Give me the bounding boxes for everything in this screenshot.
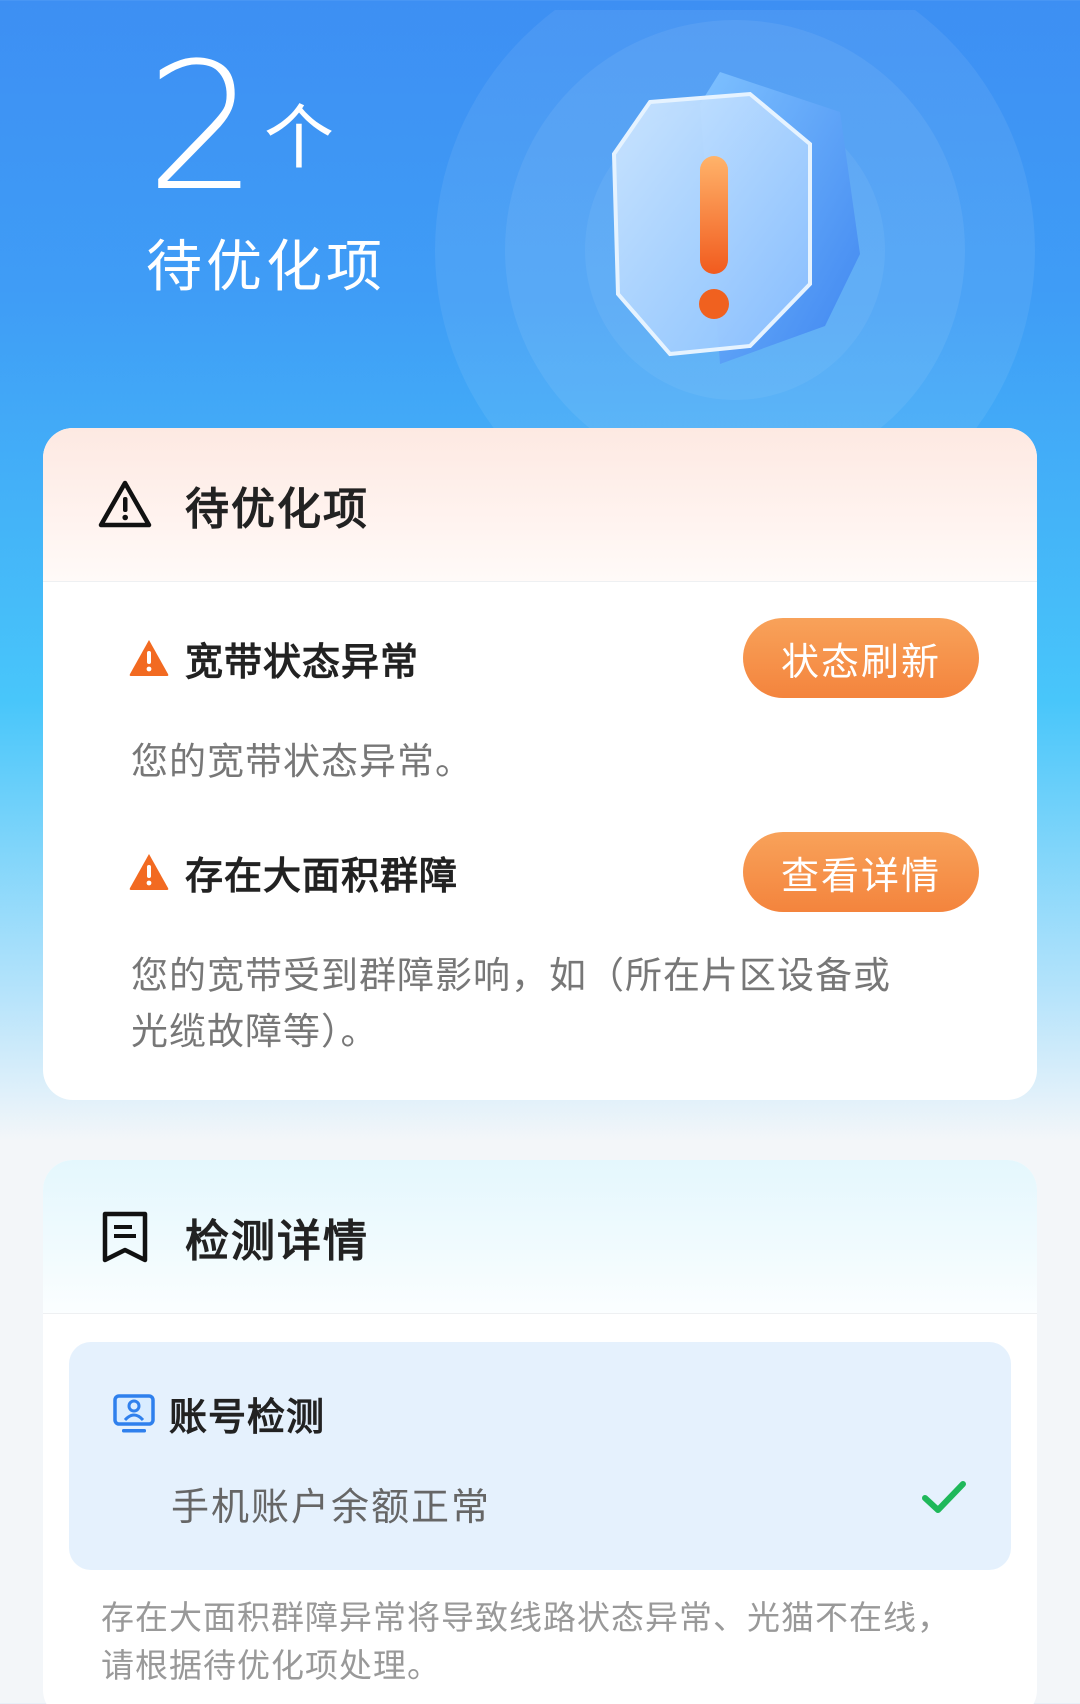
detection-card: 检测详情 账号检测 手机账户余额正常 存在大面积群障异常将导致线路状态异常、光猫… bbox=[43, 1160, 1037, 1704]
account-monitor-icon bbox=[113, 1393, 155, 1432]
issue-description: 您的宽带受到群障影响，如（所在片区设备或光缆故障等）。 bbox=[131, 954, 891, 1053]
account-check-item[interactable]: 账号检测 手机账户余额正常 bbox=[69, 1342, 1011, 1570]
detection-note: 存在大面积群障异常将导致线路状态异常、光猫不在线，请根据待优化项处理。 bbox=[101, 1598, 951, 1685]
summary-header: 2 个 待优化项 bbox=[0, 0, 1080, 450]
warning-triangle-filled-icon bbox=[129, 640, 169, 676]
pending-count-unit: 个 bbox=[263, 97, 334, 179]
detection-card-header: 检测详情 bbox=[43, 1160, 1037, 1314]
optimize-card-header: 待优化项 bbox=[43, 428, 1037, 582]
issue-title: 宽带状态异常 bbox=[185, 639, 420, 684]
account-check-status: 手机账户余额正常 bbox=[171, 1485, 492, 1529]
issue-description: 您的宽带状态异常。 bbox=[131, 740, 473, 783]
issue-title: 存在大面积群障 bbox=[185, 853, 459, 898]
refresh-status-button[interactable]: 状态刷新 bbox=[743, 618, 979, 698]
warning-shield-icon bbox=[611, 72, 860, 364]
optimize-card-title: 待优化项 bbox=[185, 483, 369, 535]
check-icon bbox=[922, 1481, 966, 1513]
detection-card-title: 检测详情 bbox=[185, 1215, 369, 1267]
document-report-icon bbox=[102, 1211, 148, 1262]
pending-label: 待优化项 bbox=[146, 235, 386, 300]
account-check-title: 账号检测 bbox=[169, 1395, 326, 1439]
optimize-card: 待优化项 宽带状态异常 状态刷新 您的宽带状态异常。 存在大面积群障 查看详情 … bbox=[43, 428, 1037, 1100]
warning-triangle-filled-icon bbox=[129, 854, 169, 890]
view-details-button[interactable]: 查看详情 bbox=[743, 832, 979, 912]
warning-triangle-outline-icon bbox=[98, 480, 152, 527]
pending-count: 2 bbox=[146, 25, 258, 230]
